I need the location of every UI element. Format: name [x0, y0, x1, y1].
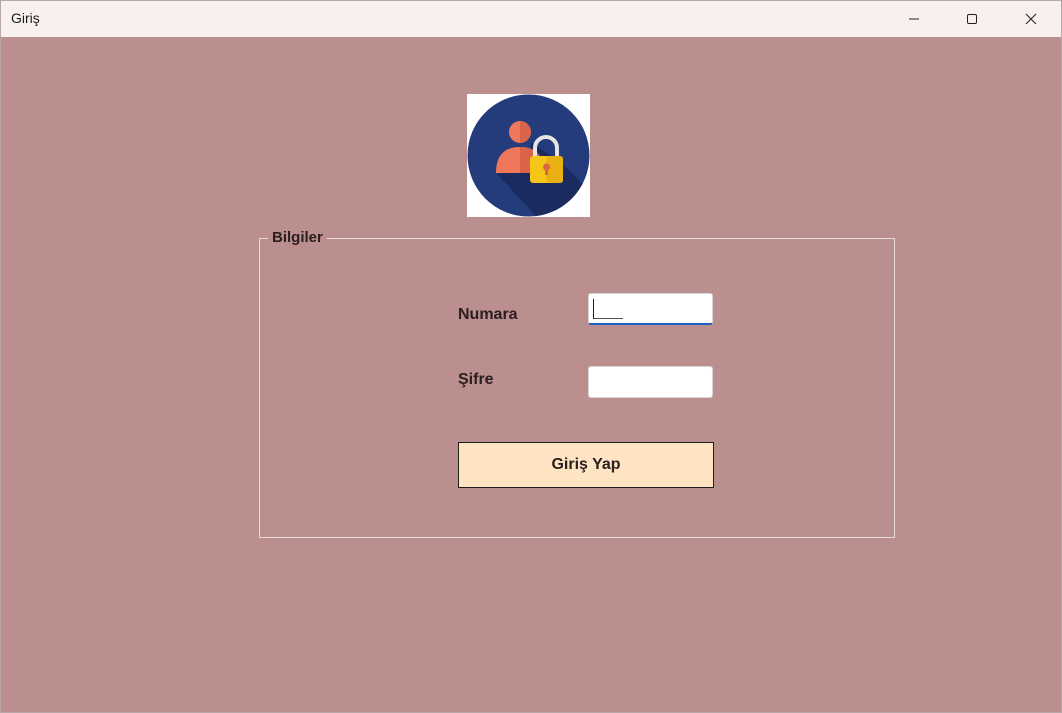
user-lock-icon: [467, 94, 590, 217]
window-title: Giriş: [11, 10, 40, 26]
sifre-label: Şifre: [458, 371, 494, 388]
maximize-icon: [967, 14, 977, 24]
text-caret: [593, 299, 594, 319]
login-window: Giriş Bilgiler Numara Şifre Giriş Yap: [0, 0, 1062, 713]
info-groupbox: Bilgiler Numara Şifre Giriş Yap: [259, 229, 895, 538]
text-caret-underline: [594, 318, 623, 319]
numara-label: Numara: [458, 306, 518, 323]
user-lock-logo: [467, 94, 590, 217]
maximize-button[interactable]: [949, 1, 995, 37]
minimize-icon: [909, 18, 919, 20]
groupbox-title: Bilgiler: [268, 229, 327, 246]
close-button[interactable]: [1008, 1, 1054, 37]
minimize-button[interactable]: [891, 1, 937, 37]
title-bar[interactable]: Giriş: [1, 1, 1061, 37]
login-button[interactable]: Giriş Yap: [458, 442, 714, 488]
numara-input[interactable]: [588, 293, 713, 325]
close-icon: [1025, 13, 1037, 25]
sifre-input[interactable]: [588, 366, 713, 398]
login-button-label: Giriş Yap: [551, 456, 621, 473]
